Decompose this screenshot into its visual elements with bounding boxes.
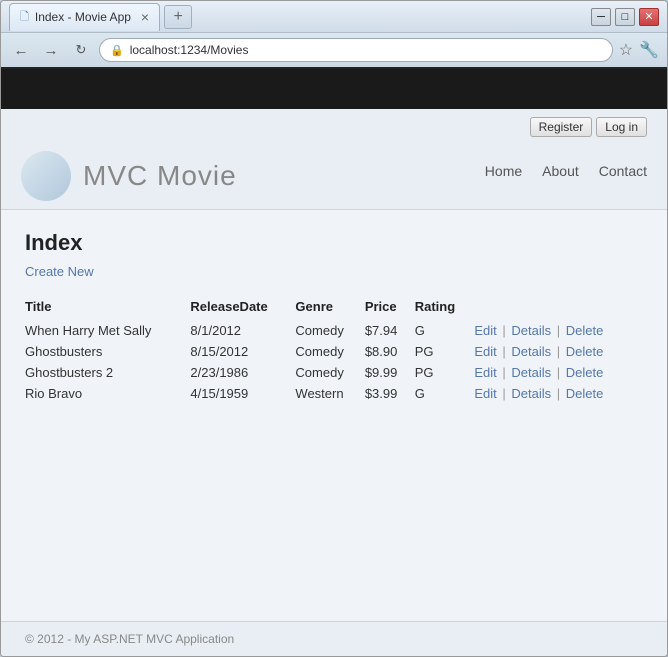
sep2: | [557, 344, 560, 359]
app-header-nav: Home About Contact [485, 163, 647, 187]
sep1: | [502, 344, 505, 359]
nav-about[interactable]: About [542, 163, 579, 179]
tab-close-button[interactable]: × [141, 9, 149, 25]
title-bar: 🗋 Index - Movie App × + ─ □ ✕ [1, 1, 667, 33]
col-title: Title [25, 295, 190, 320]
minimize-button[interactable]: ─ [591, 8, 611, 26]
movie-title: Rio Bravo [25, 383, 190, 404]
movie-rating: PG [415, 362, 475, 383]
app-title-row: MVC Movie [21, 141, 237, 209]
col-actions [474, 295, 643, 320]
col-price: Price [365, 295, 415, 320]
movie-actions: Edit | Details | Delete [474, 341, 643, 362]
create-new-link[interactable]: Create New [25, 264, 94, 279]
movies-table: Title ReleaseDate Genre Price Rating Whe… [25, 295, 643, 404]
movie-price: $8.90 [365, 341, 415, 362]
movie-genre: Western [295, 383, 364, 404]
sep2: | [557, 365, 560, 380]
edit-link[interactable]: Edit [474, 344, 496, 359]
tools-button[interactable]: 🔧 [639, 40, 659, 60]
sep1: | [502, 323, 505, 338]
col-genre: Genre [295, 295, 364, 320]
sep1: | [502, 386, 505, 401]
table-row: Ghostbusters 2 2/23/1986 Comedy $9.99 PG… [25, 362, 643, 383]
page-title: Index [25, 230, 643, 256]
edit-link[interactable]: Edit [474, 386, 496, 401]
tab-title: Index - Movie App [35, 10, 131, 24]
forward-button[interactable]: → [39, 38, 63, 62]
sep1: | [502, 365, 505, 380]
app-content: Register Log in MVC Movie Home About Con… [1, 69, 667, 656]
url-text: localhost:1234/Movies [130, 43, 249, 57]
app-footer: © 2012 - My ASP.NET MVC Application [1, 621, 667, 656]
refresh-button[interactable]: ↻ [69, 38, 93, 62]
nav-contact[interactable]: Contact [599, 163, 647, 179]
nav-home[interactable]: Home [485, 163, 522, 179]
close-button[interactable]: ✕ [639, 8, 659, 26]
movie-price: $3.99 [365, 383, 415, 404]
details-link[interactable]: Details [511, 386, 551, 401]
delete-link[interactable]: Delete [566, 386, 604, 401]
movie-release-date: 8/15/2012 [190, 341, 295, 362]
back-button[interactable]: ← [9, 38, 33, 62]
col-releasedate: ReleaseDate [190, 295, 295, 320]
col-rating: Rating [415, 295, 475, 320]
sep2: | [557, 386, 560, 401]
restore-button[interactable]: □ [615, 8, 635, 26]
movie-rating: G [415, 383, 475, 404]
window-controls: ─ □ ✕ [591, 8, 659, 26]
movie-actions: Edit | Details | Delete [474, 320, 643, 341]
movie-genre: Comedy [295, 320, 364, 341]
edit-link[interactable]: Edit [474, 365, 496, 380]
address-bar: ← → ↻ 🔒 localhost:1234/Movies ☆ 🔧 [1, 33, 667, 69]
details-link[interactable]: Details [511, 344, 551, 359]
url-icon: 🔒 [110, 44, 124, 57]
header-auth-buttons: Register Log in [21, 117, 647, 137]
app-navbar [1, 69, 667, 109]
footer-text: © 2012 - My ASP.NET MVC Application [25, 632, 234, 646]
details-link[interactable]: Details [511, 365, 551, 380]
movie-price: $9.99 [365, 362, 415, 383]
login-button[interactable]: Log in [596, 117, 647, 137]
movie-release-date: 4/15/1959 [190, 383, 295, 404]
movie-title: Ghostbusters [25, 341, 190, 362]
bookmark-button[interactable]: ☆ [619, 40, 633, 60]
logo-circle [21, 151, 71, 201]
movie-price: $7.94 [365, 320, 415, 341]
url-bar[interactable]: 🔒 localhost:1234/Movies [99, 38, 613, 62]
movie-genre: Comedy [295, 341, 364, 362]
register-button[interactable]: Register [530, 117, 593, 137]
movie-release-date: 8/1/2012 [190, 320, 295, 341]
table-row: Rio Bravo 4/15/1959 Western $3.99 G Edit… [25, 383, 643, 404]
movie-genre: Comedy [295, 362, 364, 383]
movie-actions: Edit | Details | Delete [474, 383, 643, 404]
movie-rating: G [415, 320, 475, 341]
delete-link[interactable]: Delete [566, 365, 604, 380]
delete-link[interactable]: Delete [566, 344, 604, 359]
new-tab-button[interactable]: + [164, 5, 192, 29]
movie-rating: PG [415, 341, 475, 362]
edit-link[interactable]: Edit [474, 323, 496, 338]
app-header: Register Log in MVC Movie Home About Con… [1, 109, 667, 210]
tab-icon: 🗋 [20, 8, 29, 27]
browser-window: 🗋 Index - Movie App × + ─ □ ✕ ← → ↻ 🔒 lo… [0, 0, 668, 657]
movie-actions: Edit | Details | Delete [474, 362, 643, 383]
delete-link[interactable]: Delete [566, 323, 604, 338]
app-title: MVC Movie [83, 160, 237, 192]
table-header-row: Title ReleaseDate Genre Price Rating [25, 295, 643, 320]
sep2: | [557, 323, 560, 338]
movie-release-date: 2/23/1986 [190, 362, 295, 383]
table-row: Ghostbusters 8/15/2012 Comedy $8.90 PG E… [25, 341, 643, 362]
main-content: Index Create New Title ReleaseDate Genre… [1, 210, 667, 621]
movie-title: Ghostbusters 2 [25, 362, 190, 383]
table-row: When Harry Met Sally 8/1/2012 Comedy $7.… [25, 320, 643, 341]
browser-tab[interactable]: 🗋 Index - Movie App × [9, 3, 160, 31]
details-link[interactable]: Details [511, 323, 551, 338]
movie-title: When Harry Met Sally [25, 320, 190, 341]
